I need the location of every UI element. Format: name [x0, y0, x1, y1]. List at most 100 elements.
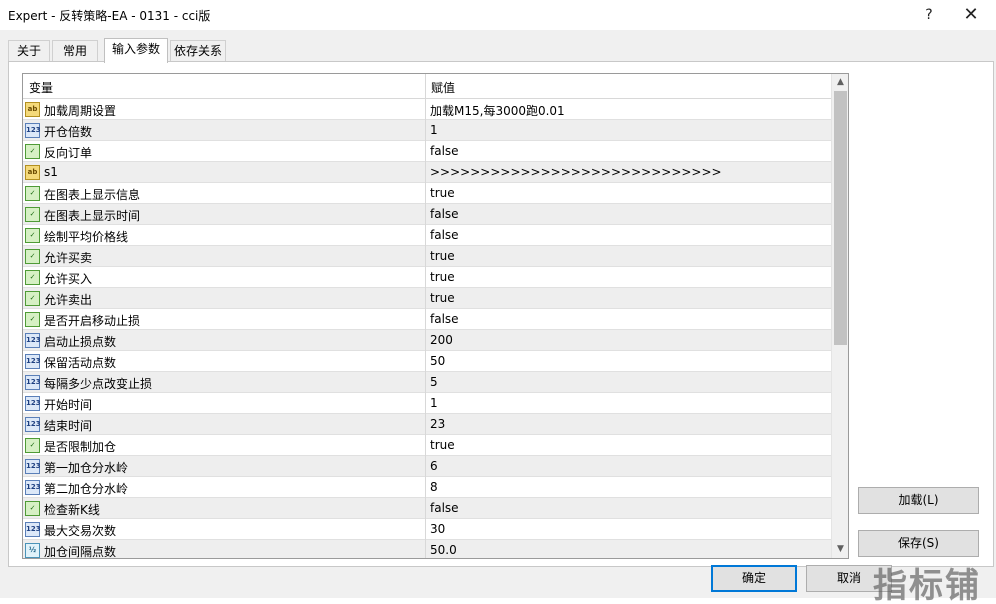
parameter-name: 允许买入	[44, 272, 93, 286]
column-header-variable[interactable]: 变量	[29, 79, 53, 96]
parameter-value[interactable]: 50	[430, 354, 445, 368]
window-title: Expert - 反转策略-EA - 0131 - cci版	[8, 9, 211, 23]
table-row[interactable]: 123 最大交易次数 30	[23, 519, 831, 540]
table-row[interactable]: ✓ 是否开启移动止损 false	[23, 309, 831, 330]
vertical-scrollbar[interactable]: ▲ ▼	[831, 74, 848, 558]
table-row[interactable]: ✓ 绘制平均价格线 false	[23, 225, 831, 246]
cell-divider	[425, 162, 426, 183]
cell-divider	[425, 204, 426, 225]
close-button[interactable]: ✕	[960, 4, 982, 26]
cell-divider	[425, 330, 426, 351]
table-row[interactable]: ab s1 >>>>>>>>>>>>>>>>>>>>>>>>>>>>>	[23, 162, 831, 183]
tab-about[interactable]: 关于	[8, 40, 50, 62]
background-strip	[0, 598, 996, 604]
table-body: ab 加载周期设置 加载M15,每3000跑0.01 123 开仓倍数 1 ✓ 反向订单 fal…	[23, 99, 831, 559]
table-row[interactable]: 123 开仓倍数 1	[23, 120, 831, 141]
parameter-value[interactable]: 1	[430, 396, 438, 410]
parameter-name: 允许买卖	[44, 251, 93, 265]
table-row[interactable]: ✓ 是否限制加仓 true	[23, 435, 831, 456]
parameter-value[interactable]: true	[430, 186, 455, 200]
table-row[interactable]: ✓ 允许卖出 true	[23, 288, 831, 309]
int-type-icon: 123	[25, 333, 41, 348]
table-row[interactable]: 123 开始时间 1	[23, 393, 831, 414]
parameter-name: 在图表上显示时间	[44, 209, 141, 223]
cell-divider	[425, 498, 426, 519]
parameter-value[interactable]: true	[430, 291, 455, 305]
int-type-icon: 123	[25, 123, 41, 138]
table-row[interactable]: ✓ 在图表上显示信息 true	[23, 183, 831, 204]
load-button[interactable]: 加载(L)	[858, 487, 979, 514]
parameter-value[interactable]: true	[430, 270, 455, 284]
int-type-icon: 123	[25, 375, 41, 390]
scroll-thumb[interactable]	[834, 91, 847, 345]
table-row[interactable]: 123 保留活动点数 50	[23, 351, 831, 372]
column-header-value[interactable]: 赋值	[431, 79, 455, 96]
tab-dependencies[interactable]: 依存关系	[170, 40, 226, 62]
parameter-value[interactable]: false	[430, 312, 459, 326]
cell-divider	[425, 519, 426, 540]
parameter-value[interactable]: 200	[430, 333, 453, 347]
parameter-value[interactable]: false	[430, 501, 459, 515]
cell-divider	[425, 372, 426, 393]
parameter-value[interactable]: 30	[430, 522, 445, 536]
parameter-value[interactable]: false	[430, 228, 459, 242]
parameter-value[interactable]: 6	[430, 459, 438, 473]
parameter-value[interactable]: true	[430, 438, 455, 452]
help-button[interactable]: ?	[918, 4, 940, 26]
int-type-icon: 123	[25, 354, 41, 369]
table-row[interactable]: 123 第二加仓分水岭 8	[23, 477, 831, 498]
cell-divider	[425, 540, 426, 558]
watermark-logo: 指标铺	[873, 566, 981, 604]
scroll-down-icon[interactable]: ▼	[832, 541, 848, 558]
table-row[interactable]: 123 每隔多少点改变止损 5	[23, 372, 831, 393]
tab-common[interactable]: 常用	[52, 40, 98, 62]
tab-inputs[interactable]: 输入参数	[104, 38, 168, 63]
cell-divider	[425, 120, 426, 141]
parameter-value[interactable]: 8	[430, 480, 438, 494]
parameter-name: 每隔多少点改变止损	[44, 377, 153, 391]
parameter-name: 最大交易次数	[44, 524, 117, 538]
table-row[interactable]: ✓ 在图表上显示时间 false	[23, 204, 831, 225]
parameter-value[interactable]: 50.0	[430, 543, 457, 557]
cell-divider	[425, 183, 426, 204]
bool-type-icon: ✓	[25, 501, 40, 516]
parameter-value[interactable]: 23	[430, 417, 445, 431]
parameter-name: 加载周期设置	[44, 104, 117, 118]
table-row[interactable]: ✓ 允许买卖 true	[23, 246, 831, 267]
parameter-value[interactable]: true	[430, 249, 455, 263]
table-row[interactable]: 123 启动止损点数 200	[23, 330, 831, 351]
bool-type-icon: ✓	[25, 291, 40, 306]
parameter-name: 反向订单	[44, 146, 93, 160]
int-type-icon: 123	[25, 459, 41, 474]
parameter-name: 绘制平均价格线	[44, 230, 129, 244]
bool-type-icon: ✓	[25, 207, 40, 222]
table-row[interactable]: ✓ 检查新K线 false	[23, 498, 831, 519]
ok-button[interactable]: 确定	[711, 565, 797, 592]
parameter-value[interactable]: false	[430, 144, 459, 158]
parameter-name: 是否开启移动止损	[44, 314, 141, 328]
bool-type-icon: ✓	[25, 144, 40, 159]
scroll-up-icon[interactable]: ▲	[832, 74, 848, 91]
column-divider[interactable]	[425, 74, 426, 99]
parameter-name: 加仓间隔点数	[44, 545, 117, 559]
table-row[interactable]: ab 加载周期设置 加载M15,每3000跑0.01	[23, 99, 831, 120]
parameter-name: 检查新K线	[44, 503, 100, 517]
parameter-name: 第二加仓分水岭	[44, 482, 129, 496]
bool-type-icon: ✓	[25, 249, 40, 264]
table-row[interactable]: 123 第一加仓分水岭 6	[23, 456, 831, 477]
parameter-value[interactable]: 加载M15,每3000跑0.01	[430, 102, 565, 119]
parameter-name: 开仓倍数	[44, 125, 93, 139]
parameter-value[interactable]: false	[430, 207, 459, 221]
table-row[interactable]: ✓ 反向订单 false	[23, 141, 831, 162]
save-button[interactable]: 保存(S)	[858, 530, 979, 557]
parameter-value[interactable]: >>>>>>>>>>>>>>>>>>>>>>>>>>>>>	[430, 165, 722, 179]
cell-divider	[425, 246, 426, 267]
cell-divider	[425, 141, 426, 162]
bool-type-icon: ✓	[25, 312, 40, 327]
parameter-value[interactable]: 5	[430, 375, 438, 389]
table-row[interactable]: ✓ 允许买入 true	[23, 267, 831, 288]
table-row[interactable]: 123 结束时间 23	[23, 414, 831, 435]
table-row[interactable]: ½ 加仓间隔点数 50.0	[23, 540, 831, 559]
parameter-value[interactable]: 1	[430, 123, 438, 137]
parameter-name: 允许卖出	[44, 293, 93, 307]
